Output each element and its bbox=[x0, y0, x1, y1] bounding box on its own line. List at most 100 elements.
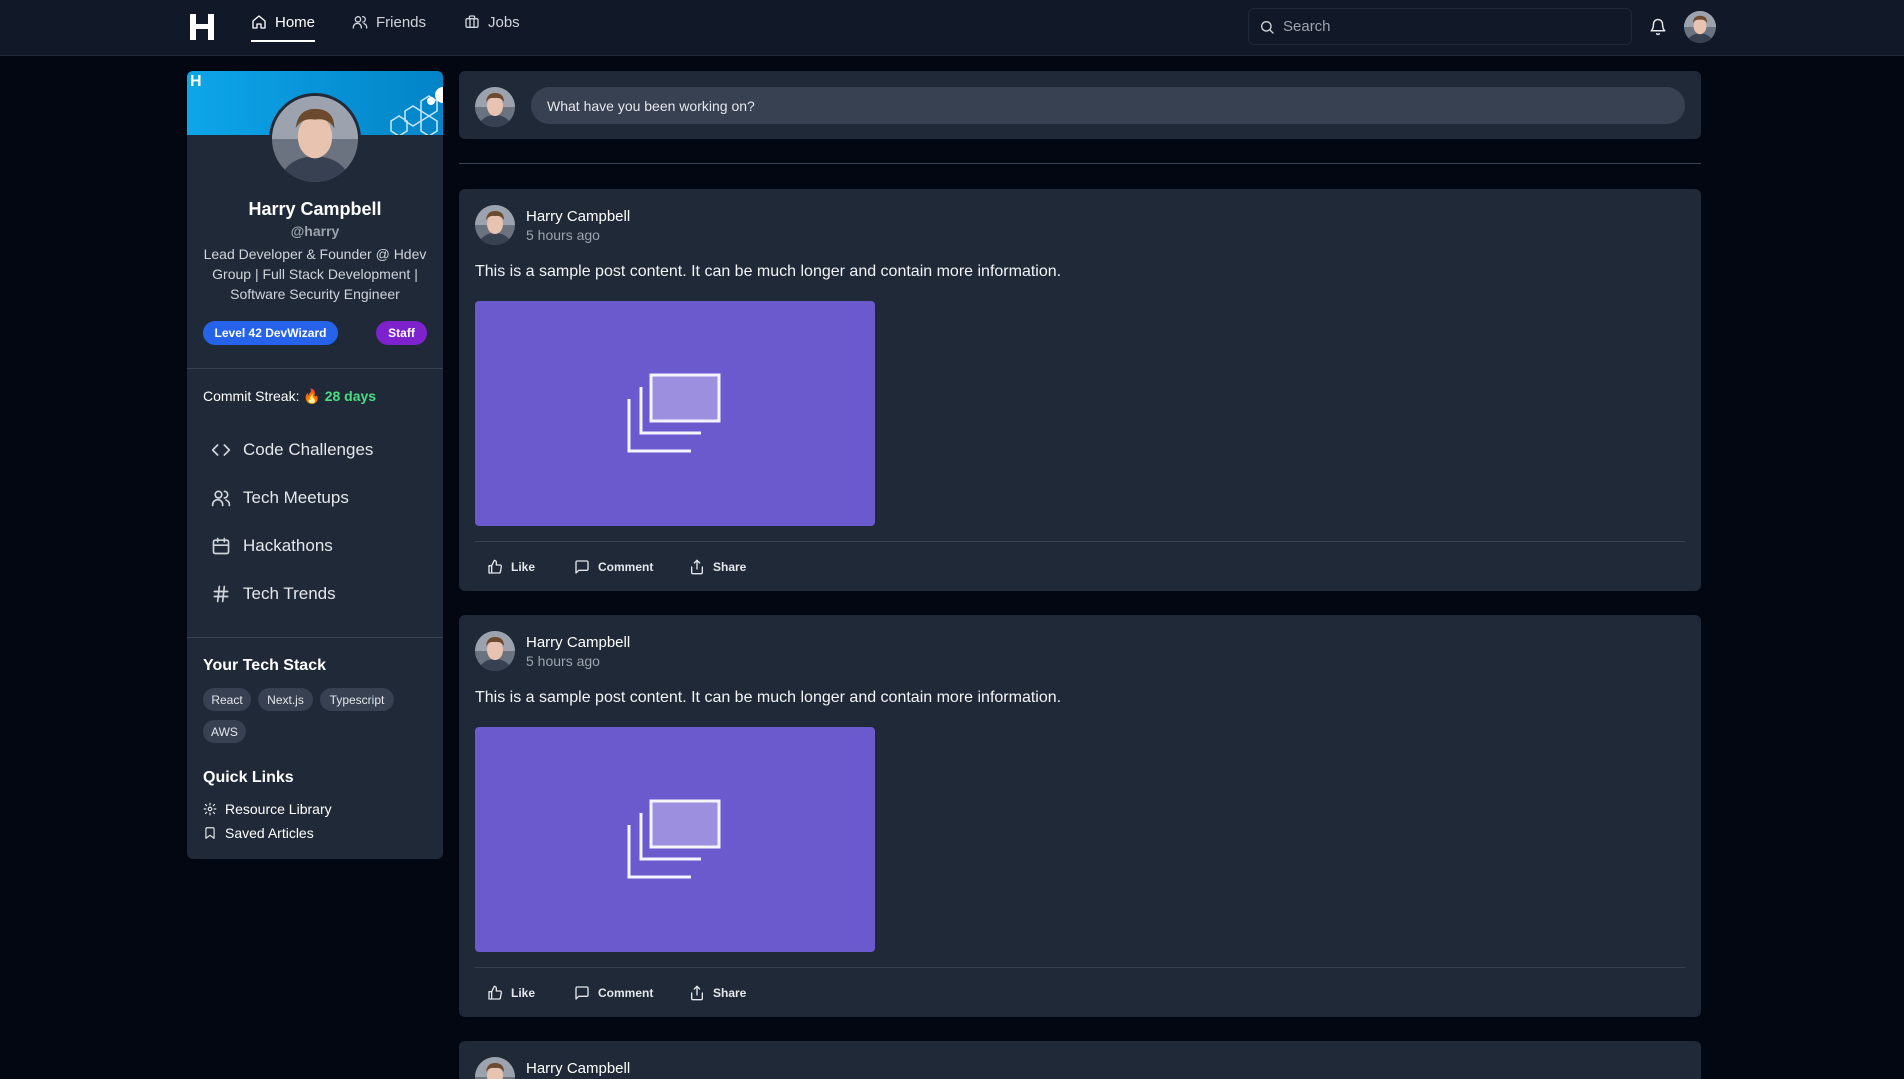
post-timestamp: 5 hours ago bbox=[526, 653, 600, 669]
quick-link-resource-library[interactable]: Resource Library bbox=[203, 801, 332, 817]
tech-tag[interactable]: React bbox=[203, 688, 251, 711]
share-label: Share bbox=[713, 986, 747, 1000]
sidebar-divider bbox=[187, 368, 443, 369]
menu-item-label: Code Challenges bbox=[243, 440, 374, 459]
share-button[interactable]: Share bbox=[689, 559, 746, 575]
share-label: Share bbox=[713, 560, 747, 574]
avatar bbox=[475, 1057, 515, 1079]
avatar bbox=[272, 96, 358, 182]
sidebar-divider bbox=[187, 637, 443, 638]
post-timestamp: 5 hours ago bbox=[526, 227, 600, 243]
quick-link-label: Saved Articles bbox=[225, 825, 314, 841]
share-button[interactable]: Share bbox=[689, 985, 746, 1001]
nav-friends-label: Friends bbox=[376, 13, 427, 31]
post-image[interactable] bbox=[475, 301, 875, 526]
home-icon bbox=[252, 15, 266, 29]
post-card: Harry Campbell bbox=[459, 1041, 1701, 1079]
nav-home-label: Home bbox=[275, 13, 316, 31]
image-placeholder-icon bbox=[627, 373, 721, 453]
tech-tag[interactable]: Typescript bbox=[320, 688, 394, 711]
nav-jobs-label: Jobs bbox=[488, 13, 520, 31]
thumbs-up-icon bbox=[488, 559, 502, 574]
post-author-name[interactable]: Harry Campbell bbox=[526, 634, 630, 651]
nav-jobs[interactable]: Jobs bbox=[464, 0, 520, 44]
avatar bbox=[475, 631, 515, 671]
nav-friends[interactable]: Friends bbox=[352, 0, 426, 44]
composer-avatar bbox=[475, 87, 515, 127]
profile-name: Harry Campbell bbox=[248, 199, 382, 219]
menu-item-label: Tech Trends bbox=[243, 584, 336, 603]
post-image[interactable] bbox=[475, 727, 875, 952]
menu-item-tech-meetups[interactable]: Tech Meetups bbox=[211, 486, 349, 510]
menu-item-label: Hackathons bbox=[243, 536, 333, 555]
like-button[interactable]: Like bbox=[487, 985, 535, 1001]
like-label: Like bbox=[511, 986, 536, 1000]
search-icon bbox=[1261, 20, 1274, 34]
brand-logo[interactable] bbox=[189, 13, 215, 41]
share-icon bbox=[691, 985, 703, 1001]
profile-avatar[interactable] bbox=[269, 93, 361, 185]
calendar-icon bbox=[212, 537, 230, 555]
post-composer bbox=[459, 71, 1701, 139]
quick-link-label: Resource Library bbox=[225, 801, 332, 817]
menu-item-hackathons[interactable]: Hackathons bbox=[211, 534, 333, 558]
avatar bbox=[1684, 11, 1716, 43]
notification-bell-icon[interactable] bbox=[1649, 18, 1667, 36]
comment-icon bbox=[575, 986, 589, 1000]
commit-streak: Commit Streak: 🔥 28 days bbox=[203, 388, 376, 405]
bookmark-icon bbox=[205, 827, 215, 839]
level-badge: Level 42 DevWizard bbox=[203, 321, 338, 345]
post-author-name[interactable]: Harry Campbell bbox=[526, 208, 630, 225]
post-card: Harry Campbell 5 hours ago This is a sam… bbox=[459, 615, 1701, 1017]
post-card: Harry Campbell 5 hours ago This is a sam… bbox=[459, 189, 1701, 591]
share-icon bbox=[691, 559, 703, 575]
comment-button[interactable]: Comment bbox=[574, 559, 653, 575]
menu-item-tech-trends[interactable]: Tech Trends bbox=[211, 582, 336, 606]
like-label: Like bbox=[511, 560, 536, 574]
streak-value: 28 days bbox=[324, 388, 377, 404]
users-icon bbox=[352, 16, 368, 29]
user-avatar-menu[interactable] bbox=[1684, 11, 1716, 43]
tech-tag[interactable]: AWS bbox=[203, 720, 246, 743]
briefcase-icon bbox=[465, 15, 479, 28]
tech-tag[interactable]: Next.js bbox=[258, 688, 313, 711]
post-content: This is a sample post content. It can be… bbox=[475, 689, 1062, 706]
post-actions-divider bbox=[475, 541, 1685, 542]
post-author-avatar[interactable] bbox=[475, 205, 515, 245]
nav-home[interactable]: Home bbox=[251, 0, 316, 44]
post-actions-divider bbox=[475, 967, 1685, 968]
menu-item-code-challenges[interactable]: Code Challenges bbox=[211, 438, 373, 462]
staff-badge: Staff bbox=[376, 321, 427, 345]
composer-input[interactable] bbox=[531, 87, 1685, 124]
fire-icon: 🔥 bbox=[303, 388, 321, 404]
banner-logo: H bbox=[190, 73, 202, 90]
comment-icon bbox=[575, 560, 589, 574]
profile-handle: @harry bbox=[290, 223, 340, 239]
post-author-name[interactable]: Harry Campbell bbox=[526, 1060, 630, 1077]
hash-icon bbox=[213, 585, 229, 603]
top-navbar: Home Friends Jobs bbox=[0, 0, 1904, 56]
tech-stack-title: Your Tech Stack bbox=[203, 657, 326, 674]
post-author-avatar[interactable] bbox=[475, 1057, 515, 1079]
like-button[interactable]: Like bbox=[487, 559, 535, 575]
post-author-avatar[interactable] bbox=[475, 631, 515, 671]
image-placeholder-icon bbox=[627, 799, 721, 879]
comment-label: Comment bbox=[598, 560, 654, 574]
post-content: This is a sample post content. It can be… bbox=[475, 263, 1062, 280]
profile-bio: Lead Developer & Founder @ Hdev Group | … bbox=[203, 246, 427, 302]
search-input[interactable] bbox=[1283, 18, 1603, 35]
users-icon bbox=[211, 490, 231, 507]
streak-label: Commit Streak: bbox=[203, 388, 300, 404]
quick-links-title: Quick Links bbox=[203, 769, 294, 786]
quick-link-saved-articles[interactable]: Saved Articles bbox=[203, 825, 314, 841]
settings-icon bbox=[203, 802, 217, 816]
comment-label: Comment bbox=[598, 986, 654, 1000]
profile-sidebar: H Harry Campbell @harry Lead Developer &… bbox=[187, 71, 443, 859]
avatar bbox=[475, 205, 515, 245]
thumbs-up-icon bbox=[488, 985, 502, 1000]
feed-divider bbox=[459, 163, 1701, 164]
comment-button[interactable]: Comment bbox=[574, 985, 653, 1001]
avatar bbox=[475, 87, 515, 127]
menu-item-label: Tech Meetups bbox=[243, 488, 349, 507]
search-box bbox=[1248, 8, 1632, 45]
